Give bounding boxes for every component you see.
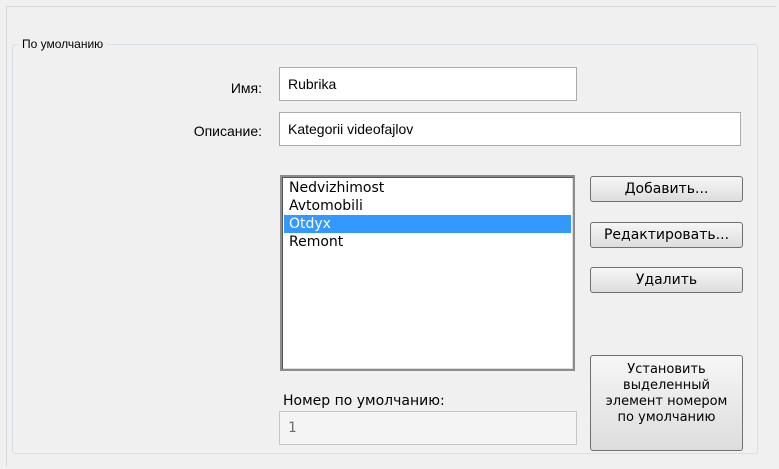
name-field[interactable]: Rubrika [279, 67, 577, 101]
edit-button[interactable]: Редактировать... [590, 222, 743, 248]
add-button[interactable]: Добавить... [590, 176, 743, 202]
list-item[interactable]: Avtomobili [284, 197, 571, 215]
description-field[interactable]: Kategorii videofajlov [279, 112, 741, 146]
category-listbox[interactable]: Nedvizhimost Avtomobili Otdyx Remont [280, 175, 575, 371]
default-number-field: 1 [279, 411, 577, 445]
default-number-label: Номер по умолчанию: [283, 393, 445, 409]
set-default-button[interactable]: Установить выделенный элемент номером по… [590, 355, 743, 451]
list-item[interactable]: Remont [284, 233, 571, 251]
group-title: По умолчанию [18, 35, 108, 53]
name-label: Имя: [230, 80, 262, 96]
delete-button[interactable]: Удалить [590, 267, 743, 293]
description-label: Описание: [193, 123, 262, 139]
list-item[interactable]: Otdyx [284, 215, 571, 233]
list-item[interactable]: Nedvizhimost [284, 179, 571, 197]
